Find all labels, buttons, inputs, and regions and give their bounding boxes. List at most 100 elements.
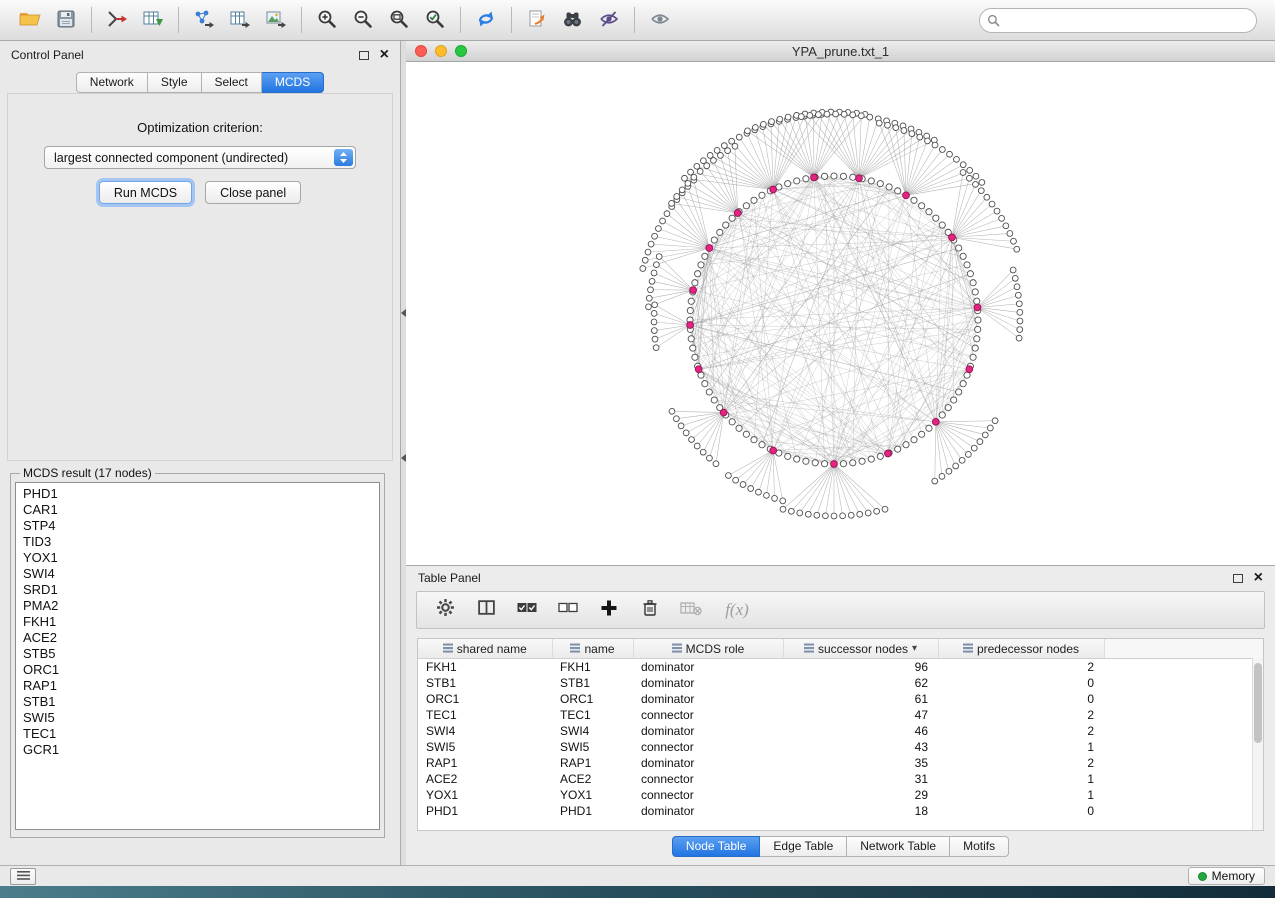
memory-button[interactable]: Memory: [1188, 867, 1265, 885]
open-file-button[interactable]: [12, 4, 48, 36]
mcds-result-item[interactable]: TEC1: [23, 726, 379, 742]
status-menu-button[interactable]: [10, 868, 36, 885]
mcds-result-item[interactable]: STB1: [23, 694, 379, 710]
table-cell: connector: [633, 739, 783, 755]
tab-node-table[interactable]: Node Table: [672, 836, 761, 857]
table-toolbar: f(x): [416, 591, 1265, 629]
mcds-result-item[interactable]: SWI4: [23, 566, 379, 582]
table-cell: YOX1: [552, 787, 633, 803]
optimization-criterion-select[interactable]: largest connected component (undirected): [44, 146, 356, 169]
table-row[interactable]: STB1STB1dominator620: [418, 675, 1263, 691]
table-row[interactable]: YOX1YOX1connector291: [418, 787, 1263, 803]
tab-mcds[interactable]: MCDS: [262, 72, 324, 93]
table-row[interactable]: SWI4SWI4dominator462: [418, 723, 1263, 739]
table-row[interactable]: SWI5SWI5connector431: [418, 739, 1263, 755]
search-input[interactable]: [979, 8, 1257, 33]
float-table-panel-icon[interactable]: [1233, 574, 1243, 583]
column-header-predecessor-nodes[interactable]: predecessor nodes: [938, 639, 1104, 659]
maximize-window-button[interactable]: [455, 45, 467, 57]
mcds-result-item[interactable]: RAP1: [23, 678, 379, 694]
export-table-button[interactable]: [222, 4, 258, 36]
close-panel-button[interactable]: Close panel: [205, 181, 301, 204]
table-cell: STB1: [552, 675, 633, 691]
table-cell: ORC1: [552, 691, 633, 707]
mcds-result-item[interactable]: SRD1: [23, 582, 379, 598]
save-session-button[interactable]: [48, 4, 84, 36]
table-row[interactable]: ACE2ACE2connector311: [418, 771, 1263, 787]
table-row[interactable]: PHD1PHD1dominator180: [418, 803, 1263, 819]
node-table-head: shared name name MCDS role successor nod…: [418, 639, 1263, 659]
column-header-shared-name[interactable]: shared name: [418, 639, 552, 659]
table-scrollbar[interactable]: [1252, 658, 1263, 830]
select-all-button[interactable]: [515, 598, 539, 622]
close-table-panel-icon[interactable]: ×: [1254, 570, 1263, 586]
tab-select[interactable]: Select: [202, 72, 262, 93]
table-cell: dominator: [633, 755, 783, 771]
float-panel-icon[interactable]: [359, 51, 369, 60]
show-columns-button[interactable]: [474, 598, 498, 622]
search-network-button[interactable]: [555, 4, 591, 36]
tab-network-table[interactable]: Network Table: [847, 836, 950, 857]
mcds-result-item[interactable]: GCR1: [23, 742, 379, 758]
column-label: predecessor nodes: [977, 642, 1079, 656]
column-header-name[interactable]: name: [552, 639, 633, 659]
eye-slash-icon: [598, 9, 620, 32]
checked-boxes-icon: [517, 600, 537, 620]
mcds-result-item[interactable]: CAR1: [23, 502, 379, 518]
import-table-button[interactable]: [135, 4, 171, 36]
mcds-result-item[interactable]: TID3: [23, 534, 379, 550]
tab-edge-table[interactable]: Edge Table: [760, 836, 847, 857]
tab-network[interactable]: Network: [76, 72, 148, 93]
optimization-criterion-label: Optimization criterion:: [8, 120, 392, 135]
table-panel-header: Table Panel ×: [406, 566, 1275, 590]
export-network-button[interactable]: [186, 4, 222, 36]
close-window-button[interactable]: [415, 45, 427, 57]
close-panel-icon[interactable]: ×: [380, 47, 389, 63]
export-image-button[interactable]: [258, 4, 294, 36]
hide-table-button[interactable]: [679, 598, 703, 622]
zoom-selected-button[interactable]: [417, 4, 453, 36]
function-builder-button[interactable]: f(x): [720, 598, 754, 622]
mcds-result-item[interactable]: STP4: [23, 518, 379, 534]
share-document-button[interactable]: [519, 4, 555, 36]
tab-style[interactable]: Style: [148, 72, 202, 93]
apply-layout-button[interactable]: [468, 4, 504, 36]
zoom-fit-button[interactable]: [381, 4, 417, 36]
table-row[interactable]: RAP1RAP1dominator352: [418, 755, 1263, 771]
tab-motifs[interactable]: Motifs: [950, 836, 1009, 857]
mcds-result-item[interactable]: PMA2: [23, 598, 379, 614]
table-cell: 18: [783, 803, 938, 819]
table-row[interactable]: TEC1TEC1connector472: [418, 707, 1263, 723]
mcds-result-list[interactable]: PHD1CAR1STP4TID3YOX1SWI4SRD1PMA2FKH1ACE2…: [15, 482, 380, 830]
mcds-result-item[interactable]: YOX1: [23, 550, 379, 566]
gear-icon: [436, 598, 455, 622]
mcds-result-item[interactable]: PHD1: [23, 486, 379, 502]
columns-icon: [477, 598, 496, 622]
table-row[interactable]: ORC1ORC1dominator610: [418, 691, 1263, 707]
zoom-in-button[interactable]: [309, 4, 345, 36]
network-window-title: YPA_prune.txt_1: [406, 44, 1275, 59]
run-mcds-button[interactable]: Run MCDS: [99, 181, 192, 204]
zoom-out-button[interactable]: [345, 4, 381, 36]
show-details-button[interactable]: [642, 4, 678, 36]
mcds-result-item[interactable]: FKH1: [23, 614, 379, 630]
add-column-button[interactable]: [597, 598, 621, 622]
import-network-button[interactable]: [99, 4, 135, 36]
network-canvas[interactable]: [406, 62, 1275, 565]
column-header-mcds-role[interactable]: MCDS role: [633, 639, 783, 659]
control-panel-header: Control Panel ×: [0, 41, 400, 69]
column-header-successor-nodes[interactable]: successor nodes▾: [783, 639, 938, 659]
delete-column-button[interactable]: [638, 598, 662, 622]
mcds-result-item[interactable]: SWI5: [23, 710, 379, 726]
deselect-all-button[interactable]: [556, 598, 580, 622]
scrollbar-thumb[interactable]: [1254, 663, 1262, 743]
toolbar-separator: [460, 7, 461, 33]
hide-details-button[interactable]: [591, 4, 627, 36]
table-settings-button[interactable]: [433, 598, 457, 622]
table-cell: RAP1: [418, 755, 552, 771]
mcds-result-item[interactable]: ORC1: [23, 662, 379, 678]
mcds-result-item[interactable]: ACE2: [23, 630, 379, 646]
table-row[interactable]: FKH1FKH1dominator962: [418, 659, 1263, 675]
minimize-window-button[interactable]: [435, 45, 447, 57]
mcds-result-item[interactable]: STB5: [23, 646, 379, 662]
